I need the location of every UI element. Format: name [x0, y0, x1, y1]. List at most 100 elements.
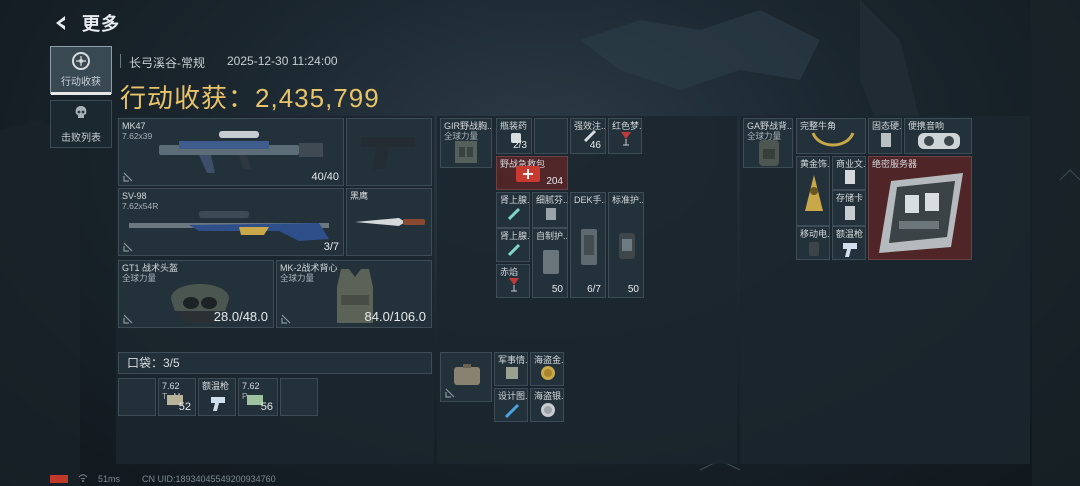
back-arrow-icon[interactable]	[50, 12, 72, 34]
item-count: 2/3	[513, 140, 527, 151]
blueprint-roll-icon	[504, 403, 520, 419]
ammo-count: 40/40	[311, 171, 339, 183]
item-mobile-power[interactable]: 移动电...	[796, 226, 830, 260]
item-horn[interactable]: 完整牛角	[796, 118, 866, 154]
rifle-icon	[159, 131, 323, 173]
tab-loot[interactable]: 行动收获	[50, 46, 112, 95]
earnings-label: 行动收获：	[120, 83, 256, 113]
pocket-slot-1[interactable]	[118, 378, 156, 416]
item-name: 红色梦...	[612, 121, 642, 131]
raid-info: 长弓溪谷-常规 2025-12-30 11:24:00	[120, 54, 338, 71]
backpack-icon	[759, 140, 779, 166]
melee-slot[interactable]: 黑鹰	[346, 188, 432, 256]
item-gold-statue[interactable]: 黄金饰...	[796, 156, 830, 226]
item-commercial-doc[interactable]: 商业文...	[832, 156, 866, 190]
repair-kit-icon	[581, 229, 597, 265]
pocket-slot-2[interactable]: 7.62 T...M 52	[158, 378, 196, 416]
tab-kills[interactable]: 击败列表	[50, 100, 112, 148]
item-homemade-plate[interactable]: 自制护... 50	[532, 228, 568, 298]
wine-glass-icon	[621, 132, 631, 146]
item-injector[interactable]: 强效注... 46	[570, 118, 606, 154]
syringe-icon	[507, 243, 521, 257]
tab-loot-label: 行动收获	[61, 77, 101, 88]
pocket-slot-3[interactable]: 额温枪	[198, 378, 236, 416]
item-name: 7.62	[162, 381, 180, 391]
helmet-slot[interactable]: GT1 战术头盔 全球力量 28.0/48.0	[118, 260, 274, 328]
sd-card-icon	[845, 206, 855, 220]
item-name: 商业文...	[836, 159, 866, 169]
pocket-slot-4[interactable]: 7.62 P... 56	[238, 378, 278, 416]
item-dek-kit[interactable]: DEK手... 6/7	[570, 192, 606, 298]
item-name: MK-2战术背心	[280, 263, 338, 273]
item-name: 黄金饰...	[800, 159, 830, 169]
sidearm-slot[interactable]	[346, 118, 432, 186]
item-name: 移动电...	[800, 229, 830, 239]
thermometer-gun-icon	[211, 397, 225, 411]
item-name: 绝密服务器	[872, 159, 918, 169]
item-name: 7.62	[242, 381, 260, 391]
pocket-slot-5[interactable]	[280, 378, 318, 416]
item-pirate-silver[interactable]: 海盗银...	[530, 388, 564, 422]
skull-icon	[73, 105, 89, 126]
item-name: 标准护...	[612, 195, 644, 205]
sniper-rifle-icon	[129, 211, 329, 241]
item-name: 存储卡	[836, 193, 864, 203]
item-name: 海盗银...	[534, 391, 564, 401]
item-pirate-gold[interactable]: 海盗金...	[530, 352, 564, 386]
item-stone[interactable]: 细腻芬...	[532, 192, 568, 228]
item-adrenaline-1[interactable]: 肾上腺...	[496, 192, 530, 228]
item-count: 46	[589, 140, 601, 151]
pocket-header: 口袋：3/5	[118, 352, 432, 374]
page-title: 更多	[82, 14, 120, 34]
item-count: 52	[178, 401, 191, 413]
item-name: 设计图...	[498, 391, 528, 401]
secure-case-slot[interactable]	[440, 352, 492, 402]
secondary-weapon-slot[interactable]: SV-98 7.62x54R 3/7	[118, 188, 344, 256]
item-name: 自制护...	[536, 231, 568, 241]
wine-glass-icon	[509, 278, 519, 292]
slot-lock-icon	[123, 172, 133, 182]
top-bar: 更多	[50, 10, 120, 36]
item-storage-card[interactable]: 存储卡	[832, 190, 866, 226]
item-name: DEK手...	[574, 195, 606, 205]
knife-icon	[355, 218, 425, 226]
armor-slot[interactable]: MK-2战术背心 全球力量 84.0/106.0	[276, 260, 432, 328]
item-count: 6/7	[587, 284, 601, 295]
item-name: MK47	[122, 121, 146, 131]
user-uid: CN UID:18934045549200934760	[142, 474, 276, 484]
item-name: 黑鹰	[350, 191, 369, 201]
item-pills[interactable]: 瓶装药 2/3	[496, 118, 532, 154]
horn-icon	[811, 132, 855, 147]
item-name: 便携音响	[908, 121, 945, 131]
ammo-count: 3/7	[323, 241, 339, 253]
item-armor-plate[interactable]: 标准护... 50	[608, 192, 644, 298]
slot-lock-icon	[123, 242, 133, 252]
rig-slot[interactable]: GIR野战胸... 全球力量	[440, 118, 492, 168]
item-thermometer[interactable]: 额温枪	[832, 226, 866, 260]
item-name: 细腻芬...	[536, 195, 568, 205]
armor-repair-icon	[619, 233, 635, 259]
medkit-icon	[516, 166, 540, 182]
item-redwine[interactable]: 红色梦...	[608, 118, 642, 154]
item-ssd[interactable]: 固态硬...	[868, 118, 902, 154]
item-design-drawing[interactable]: 设计图...	[494, 388, 528, 422]
item-empty[interactable]	[534, 118, 568, 154]
item-name: 肾上腺...	[500, 195, 530, 205]
earnings-value: 2,435,799	[255, 83, 380, 113]
item-redflame[interactable]: 赤焰	[496, 264, 530, 298]
drive-icon	[881, 133, 891, 147]
item-adrenaline-2[interactable]: 肾上腺...	[496, 228, 530, 262]
power-bank-icon	[809, 242, 819, 256]
item-secret-server[interactable]: 绝密服务器	[868, 156, 972, 260]
backpack-slot[interactable]: GA野战背... 全球力量	[743, 118, 793, 168]
durability: 84.0/106.0	[364, 309, 426, 324]
primary-weapon-slot[interactable]: MK47 7.62x39 40/40	[118, 118, 344, 186]
item-firstaid[interactable]: 野战急救包 204	[496, 156, 568, 190]
tab-kills-label: 击败列表	[61, 132, 101, 144]
document-icon	[845, 170, 855, 184]
raid-datetime: 2025-12-30 11:24:00	[227, 54, 338, 68]
item-portable-speaker[interactable]: 便携音响	[904, 118, 972, 154]
item-military-intel[interactable]: 军事情...	[494, 352, 528, 386]
secure-case-icon	[454, 364, 480, 385]
item-count: 50	[551, 284, 563, 295]
